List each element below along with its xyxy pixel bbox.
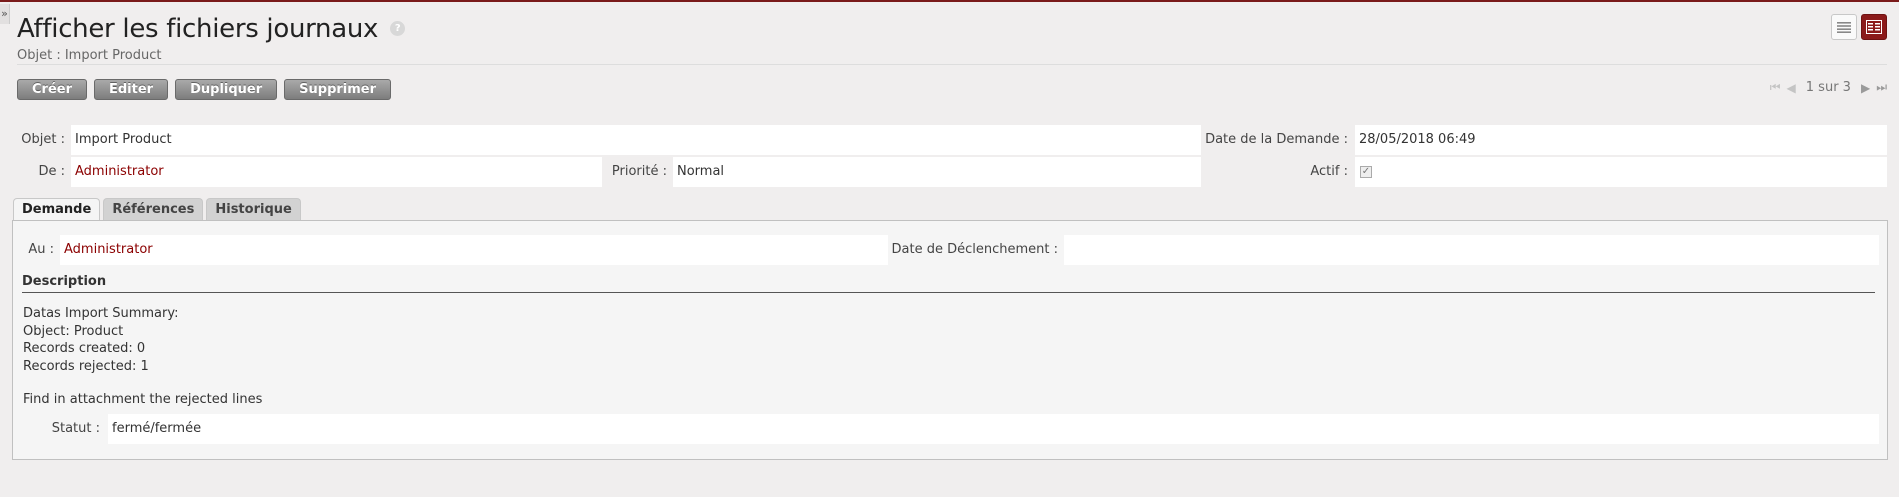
- de-label: De :: [38, 164, 65, 179]
- date-declenchement-label: Date de Déclenchement :: [891, 242, 1059, 257]
- description-line: Datas Import Summary:: [23, 306, 179, 321]
- delete-button[interactable]: Supprimer: [284, 79, 392, 100]
- date-declenchement-field[interactable]: [1064, 235, 1879, 265]
- tab-references[interactable]: Références: [103, 198, 204, 221]
- page-title: Afficher les fichiers journaux: [17, 14, 379, 44]
- header-divider: [17, 64, 1887, 65]
- description-line: Records rejected: 1: [23, 358, 149, 374]
- au-label: Au :: [28, 242, 54, 257]
- next-record-icon[interactable]: ▶: [1861, 81, 1870, 95]
- notebook-tabs: Demande Références Historique: [13, 198, 301, 222]
- page-header: Afficher les fichiers journaux ?: [17, 14, 406, 44]
- view-switcher: [1831, 14, 1887, 40]
- actif-checkbox[interactable]: ✓: [1360, 166, 1372, 178]
- form-view-icon: [1866, 20, 1882, 34]
- expand-sidebar-icon[interactable]: »: [0, 4, 10, 24]
- description-divider: [22, 292, 1875, 293]
- list-view-button[interactable]: [1831, 14, 1857, 40]
- au-field[interactable]: Administrator: [60, 235, 888, 265]
- create-button[interactable]: Créer: [17, 79, 87, 100]
- record-pager: ⏮ ◀ 1 sur 3 ▶ ⏭: [1770, 80, 1887, 95]
- date-demande-label: Date de la Demande :: [1205, 132, 1348, 147]
- description-title: Description: [22, 274, 107, 289]
- objet-field[interactable]: Import Product: [71, 125, 1201, 155]
- previous-record-icon[interactable]: ◀: [1787, 81, 1796, 95]
- edit-button[interactable]: Editer: [94, 79, 169, 100]
- statut-label: Statut :: [51, 421, 100, 436]
- de-field[interactable]: Administrator: [71, 157, 602, 187]
- description-line: Records created: 0: [23, 341, 146, 356]
- list-view-icon: [1837, 22, 1851, 33]
- actif-field: [1355, 157, 1887, 187]
- priorite-field[interactable]: Normal: [673, 157, 1201, 187]
- form-view-button[interactable]: [1861, 14, 1887, 40]
- actif-label: Actif :: [1310, 164, 1348, 179]
- date-demande-field[interactable]: 28/05/2018 06:49: [1355, 125, 1887, 155]
- description-line: Object: Product: [23, 323, 124, 339]
- pager-status: 1 sur 3: [1805, 80, 1851, 95]
- tab-historique[interactable]: Historique: [206, 198, 301, 221]
- description-last-line: Find in attachment the rejected lines: [23, 392, 263, 407]
- top-accent-line: [0, 0, 1899, 2]
- tab-demande[interactable]: Demande: [13, 198, 101, 222]
- duplicate-button[interactable]: Dupliquer: [175, 79, 278, 100]
- first-record-icon[interactable]: ⏮: [1770, 80, 1781, 95]
- objet-label: Objet :: [21, 132, 65, 147]
- last-record-icon[interactable]: ⏭: [1876, 80, 1887, 95]
- page-subtitle: Objet : Import Product: [17, 48, 162, 63]
- help-icon[interactable]: ?: [390, 21, 406, 36]
- statut-field[interactable]: fermé/fermée: [108, 414, 1879, 444]
- priorite-label: Priorité :: [611, 164, 667, 179]
- action-toolbar: Créer Editer Dupliquer Supprimer: [17, 79, 392, 100]
- description-text: Datas Import Summary: Object: Product Re…: [23, 305, 178, 375]
